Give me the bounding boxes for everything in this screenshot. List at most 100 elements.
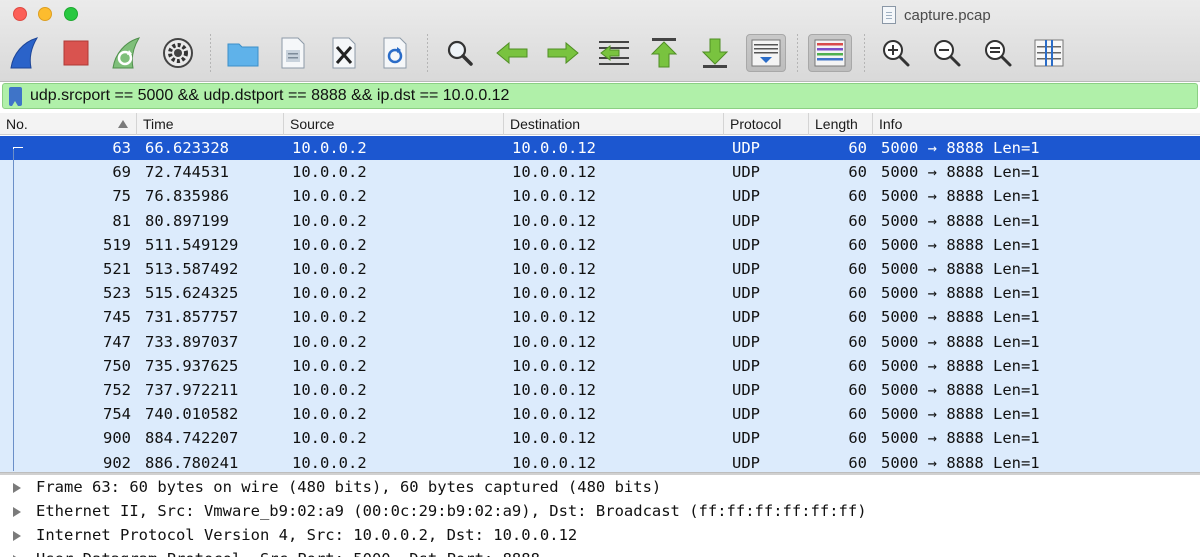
packet-length: 60: [848, 163, 867, 182]
detail-tree-item[interactable]: Frame 63: 60 bytes on wire (480 bits), 6…: [0, 475, 1200, 499]
go-to-packet-button[interactable]: [596, 34, 632, 72]
packet-time: 76.835986: [145, 187, 229, 206]
detail-tree-label: Frame 63: 60 bytes on wire (480 bits), 6…: [36, 478, 662, 496]
find-packet-button[interactable]: [442, 34, 478, 72]
minimize-window-button[interactable]: [38, 7, 52, 21]
packet-protocol: UDP: [732, 381, 760, 399]
packet-row[interactable]: 75 76.835986 10.0.0.2 10.0.0.12 UDP 60 5000 → …: [0, 184, 1200, 209]
toolbar-separator: [797, 34, 798, 72]
capture-options-button[interactable]: [160, 34, 196, 72]
packet-info: 5000 → 8888 Len=1: [881, 187, 1040, 206]
detail-tree-item[interactable]: User Datagram Protocol, Src Port: 5000, …: [0, 547, 1200, 557]
start-capture-button[interactable]: [6, 34, 42, 72]
packet-row[interactable]: 752 737.972211 10.0.0.2 10.0.0.12 UDP 60 5000 …: [0, 378, 1200, 403]
colorize-icon: [814, 39, 846, 67]
document-icon: [882, 6, 896, 24]
packet-row[interactable]: 521 513.587492 10.0.0.2 10.0.0.12 UDP 60 5000 …: [0, 257, 1200, 282]
packet-row[interactable]: 81 80.897199 10.0.0.2 10.0.0.12 UDP 60 5000 → …: [0, 208, 1200, 233]
resize-columns-icon: [1034, 39, 1064, 67]
expand-triangle-icon[interactable]: [13, 531, 21, 541]
arrow-right-icon: [547, 41, 579, 65]
packet-protocol: UDP: [732, 163, 760, 182]
filter-bookmark-icon[interactable]: [9, 86, 22, 106]
close-file-button[interactable]: [326, 34, 362, 72]
packet-row[interactable]: 747 733.897037 10.0.0.2 10.0.0.12 UDP 60 5000 …: [0, 329, 1200, 354]
stop-capture-button[interactable]: [58, 34, 94, 72]
detail-tree-item[interactable]: Ethernet II, Src: Vmware_b9:02:a9 (00:0c…: [0, 499, 1200, 523]
packet-list-header: No. Time Source Destination Protocol Len…: [0, 113, 1200, 135]
detail-tree-label: Ethernet II, Src: Vmware_b9:02:a9 (00:0c…: [36, 502, 867, 520]
packet-row[interactable]: 519 511.549129 10.0.0.2 10.0.0.12 UDP 60 5000 …: [0, 232, 1200, 257]
close-window-button[interactable]: [13, 7, 27, 21]
packet-time: 515.624325: [145, 284, 239, 303]
packet-row[interactable]: 69 72.744531 10.0.0.2 10.0.0.12 UDP 60 5000 → …: [0, 160, 1200, 185]
colorize-button[interactable]: [808, 34, 852, 72]
column-header-protocol[interactable]: Protocol: [724, 113, 809, 135]
packet-row[interactable]: 754 740.010582 10.0.0.2 10.0.0.12 UDP 60 5000 …: [0, 402, 1200, 427]
packet-info: 5000 → 8888 Len=1: [881, 260, 1040, 278]
zoom-out-button[interactable]: [929, 34, 965, 72]
packet-source: 10.0.0.2: [292, 381, 367, 399]
packet-number: 900: [103, 429, 131, 448]
packet-row[interactable]: 750 735.937625 10.0.0.2 10.0.0.12 UDP 60 5000 …: [0, 353, 1200, 378]
go-forward-button[interactable]: [545, 34, 581, 72]
packet-row[interactable]: 900 884.742207 10.0.0.2 10.0.0.12 UDP 60 5000 …: [0, 426, 1200, 451]
window-title-text: capture.pcap: [904, 6, 991, 24]
column-header-destination[interactable]: Destination: [504, 113, 724, 135]
go-to-last-button[interactable]: [697, 34, 733, 72]
conversation-start-marker: [13, 147, 23, 161]
packet-list[interactable]: No. Time Source Destination Protocol Len…: [0, 113, 1200, 473]
column-header-time[interactable]: Time: [137, 113, 284, 135]
display-filter-input[interactable]: udp.srcport == 5000 && udp.dstport == 88…: [30, 87, 509, 105]
packet-destination: 10.0.0.12: [512, 405, 596, 424]
packet-protocol: UDP: [732, 332, 760, 351]
column-header-length[interactable]: Length: [809, 113, 873, 135]
packet-number: 523: [103, 284, 131, 303]
packet-source: 10.0.0.2: [292, 356, 367, 375]
folder-icon: [227, 43, 259, 67]
packet-row[interactable]: 63 66.623328 10.0.0.2 10.0.0.12 UDP 60 5000 → …: [0, 136, 1200, 161]
expand-triangle-icon[interactable]: [13, 507, 21, 517]
main-toolbar: [0, 30, 1200, 76]
packet-source: 10.0.0.2: [292, 211, 367, 230]
window-title: capture.pcap: [882, 5, 991, 25]
packet-info: 5000 → 8888 Len=1: [881, 235, 1040, 254]
packet-row[interactable]: 902 886.780241 10.0.0.2 10.0.0.12 UDP 60 5000 …: [0, 450, 1200, 473]
packet-source: 10.0.0.2: [292, 429, 367, 448]
packet-length: 60: [848, 260, 867, 278]
magnifier-icon: [447, 40, 473, 66]
packet-protocol: UDP: [732, 187, 760, 206]
packet-info: 5000 → 8888 Len=1: [881, 284, 1040, 303]
packet-destination: 10.0.0.12: [512, 332, 596, 351]
go-back-button[interactable]: [494, 34, 530, 72]
open-file-button[interactable]: [225, 34, 261, 72]
packet-row[interactable]: 523 515.624325 10.0.0.2 10.0.0.12 UDP 60 5000 …: [0, 281, 1200, 306]
detail-tree-item[interactable]: Internet Protocol Version 4, Src: 10.0.0…: [0, 523, 1200, 547]
display-filter-bar[interactable]: udp.srcport == 5000 && udp.dstport == 88…: [2, 83, 1198, 109]
packet-source: 10.0.0.2: [292, 308, 367, 327]
auto-scroll-button[interactable]: [746, 34, 786, 72]
packet-protocol: UDP: [732, 211, 760, 230]
zoom-in-button[interactable]: [878, 34, 914, 72]
packet-source: 10.0.0.2: [292, 405, 367, 424]
packet-destination: 10.0.0.12: [512, 381, 596, 399]
maximize-window-button[interactable]: [64, 7, 78, 21]
packet-row[interactable]: 745 731.857757 10.0.0.2 10.0.0.12 UDP 60 5000 …: [0, 305, 1200, 330]
packet-time: 886.780241: [145, 453, 239, 472]
packet-time: 513.587492: [145, 260, 239, 278]
reload-file-button[interactable]: [377, 34, 413, 72]
column-header-info[interactable]: Info: [873, 113, 1200, 135]
restart-capture-button[interactable]: [108, 34, 144, 72]
packet-details[interactable]: Frame 63: 60 bytes on wire (480 bits), 6…: [0, 475, 1200, 557]
normal-size-button[interactable]: [980, 34, 1016, 72]
save-file-button[interactable]: [275, 34, 311, 72]
column-header-no[interactable]: No.: [0, 113, 137, 135]
column-header-source[interactable]: Source: [284, 113, 504, 135]
packet-destination: 10.0.0.12: [512, 235, 596, 254]
packet-info: 5000 → 8888 Len=1: [881, 405, 1040, 424]
arrow-left-icon: [496, 41, 528, 65]
packet-destination: 10.0.0.12: [512, 260, 596, 278]
expand-triangle-icon[interactable]: [13, 483, 21, 493]
go-to-first-button[interactable]: [646, 34, 682, 72]
resize-columns-button[interactable]: [1031, 34, 1067, 72]
